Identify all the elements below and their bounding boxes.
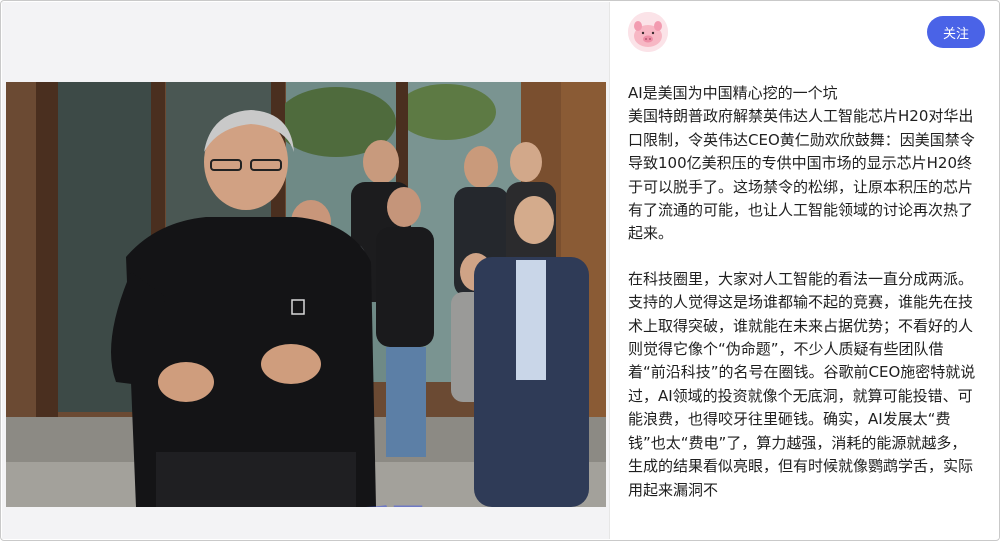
- author-avatar[interactable]: [628, 12, 668, 52]
- app-window: 币圈 BiaNews 关注 AI是: [0, 0, 1000, 541]
- post-photo[interactable]: 币圈 BiaNews: [6, 82, 606, 507]
- post-body: AI是美国为中国精心挖的一个坑 美国特朗普政府解禁英伟达人工智能芯片H20对华出…: [628, 82, 980, 524]
- post-paragraph-2: 在科技圈里，大家对人工智能的看法一直分成两派。支持的人觉得这是场谁都输不起的竞赛…: [628, 269, 976, 499]
- watermark-text: 币圈 BiaNews: [356, 494, 597, 507]
- follow-button[interactable]: 关注: [927, 16, 985, 48]
- post-paragraph-1: 美国特朗普政府解禁英伟达人工智能芯片H20对华出口限制，令英伟达CEO黄仁勋欢欣…: [628, 107, 975, 243]
- media-viewer: 币圈 BiaNews: [2, 2, 609, 539]
- pink-pig-avatar-icon: [628, 12, 668, 52]
- post-content-pane: 关注 AI是美国为中国精心挖的一个坑 美国特朗普政府解禁英伟达人工智能芯片H20…: [609, 2, 999, 539]
- post-title: AI是美国为中国精心挖的一个坑: [628, 84, 838, 102]
- photo-illustration: [6, 82, 606, 507]
- author-bar: 关注: [610, 2, 999, 64]
